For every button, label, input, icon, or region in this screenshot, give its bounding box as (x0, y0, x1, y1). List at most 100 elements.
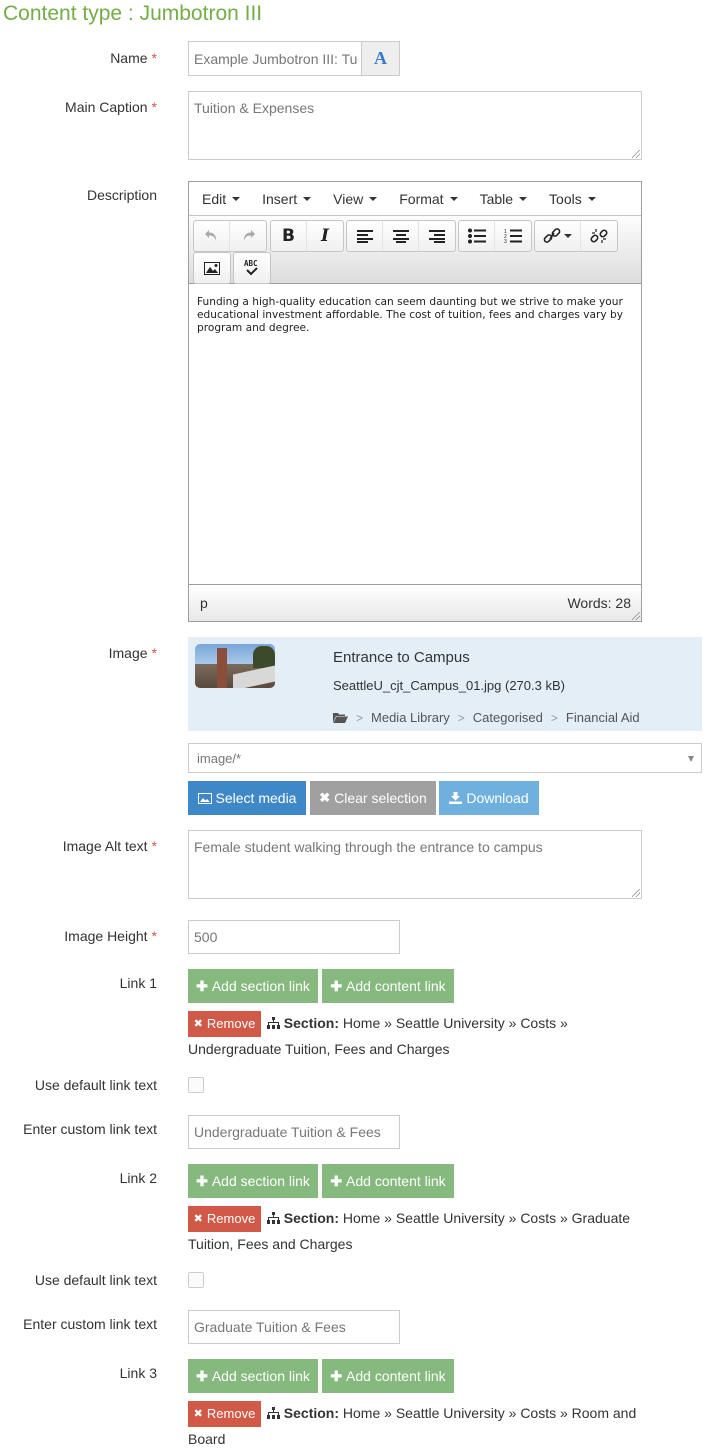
element-path[interactable]: p (200, 595, 208, 611)
italic-button[interactable]: I (307, 221, 343, 251)
caret-down-icon (564, 234, 572, 238)
plus-icon: ✚ (196, 1367, 208, 1384)
menu-edit-label: Edit (202, 190, 227, 207)
plus-icon: ✚ (330, 1367, 343, 1384)
link-1-custom-input[interactable]: Undergraduate Tuition & Fees (188, 1115, 400, 1149)
bold-button[interactable]: B (271, 221, 307, 251)
link-1-add-section-button[interactable]: ✚ Add section link (188, 969, 318, 1003)
name-label: Name * (110, 50, 157, 66)
remove-label: Remove (206, 1016, 256, 1032)
link-2-add-section-button[interactable]: ✚ Add section link (188, 1164, 318, 1198)
history-group (193, 220, 267, 252)
bullet-list-button[interactable] (459, 221, 495, 251)
remove-label: Remove (206, 1211, 256, 1227)
link-2-custom-input[interactable]: Graduate Tuition & Fees (188, 1310, 400, 1344)
font-a-icon[interactable]: A (361, 41, 400, 76)
align-left-icon (356, 230, 373, 243)
add-section-label: Add section link (211, 1368, 310, 1384)
caret-down-icon (449, 196, 458, 201)
resize-handle[interactable] (632, 612, 640, 620)
word-count: Words: 28 (567, 595, 631, 611)
link-1-remove-button[interactable]: ✖ Remove (188, 1011, 261, 1038)
menu-tools[interactable]: Tools (549, 191, 596, 207)
media-filename: SeattleU_cjt_Campus_01.jpg (270.3 kB) (333, 678, 565, 693)
plus-icon: ✚ (196, 977, 208, 994)
image-height-input[interactable]: 500 (188, 920, 400, 954)
menu-insert[interactable]: Insert (262, 191, 312, 207)
download-label: Download (466, 790, 529, 806)
clear-selection-button[interactable]: ✖ Clear selection (310, 781, 436, 815)
menu-view[interactable]: View (333, 190, 378, 207)
link-3-add-section-button[interactable]: ✚ Add section link (188, 1359, 318, 1393)
add-content-label: Add content link (346, 1368, 446, 1384)
select-media-button[interactable]: Select media (188, 781, 306, 815)
remove-label: Remove (206, 1406, 256, 1422)
close-icon: ✖ (319, 790, 331, 805)
required-marker: * (151, 928, 157, 944)
resize-handle[interactable] (632, 150, 640, 158)
caret-down-icon (369, 196, 378, 201)
main-caption-textarea[interactable]: Tuition & Expenses (188, 91, 642, 160)
link-3-add-content-button[interactable]: ✚ Add content link (322, 1359, 454, 1393)
redo-button[interactable] (230, 221, 266, 251)
download-icon (449, 792, 463, 804)
link-2-default-checkbox[interactable] (188, 1272, 204, 1288)
menu-edit[interactable]: Edit (202, 190, 241, 207)
close-icon: ✖ (193, 1408, 203, 1421)
image-alt-value: Female student walking through the entra… (194, 839, 543, 855)
link-2-add-content-button[interactable]: ✚ Add content link (322, 1164, 454, 1198)
link-3-section: ✖ Remove Section: Home » Seattle Universi… (188, 1401, 658, 1451)
link-1-add-content-button[interactable]: ✚ Add content link (322, 969, 454, 1003)
media-path-item[interactable]: Financial Aid (566, 710, 640, 725)
align-right-button[interactable] (419, 221, 455, 251)
media-type-select[interactable]: image/* (188, 743, 702, 773)
link-2-label: Link 2 (119, 1170, 157, 1186)
format-group: B I (270, 220, 344, 252)
link-2-remove-button[interactable]: ✖ Remove (188, 1206, 261, 1233)
link-button[interactable] (535, 221, 581, 251)
menu-table[interactable]: Table (479, 190, 528, 207)
menu-table-label: Table (479, 190, 514, 207)
required-marker: * (151, 838, 157, 854)
align-left-button[interactable] (347, 221, 383, 251)
selected-media-panel: Entrance to Campus SeattleU_cjt_Campus_0… (188, 637, 702, 731)
dropdown-arrow-icon (688, 756, 694, 762)
name-input[interactable]: Example Jumbotron III: Tu (188, 41, 362, 76)
media-group (193, 252, 231, 284)
insert-image-button[interactable] (194, 253, 230, 283)
link-1-default-checkbox[interactable] (188, 1077, 204, 1093)
editor-menubar: Edit Insert View Format Table Tools (189, 182, 641, 216)
resize-handle[interactable] (632, 889, 640, 897)
menu-format[interactable]: Format (399, 191, 458, 207)
chevron-right-icon: > (550, 710, 558, 725)
media-path-item[interactable]: Media Library (371, 710, 450, 725)
editor-toolbar: B I 123 ABC (189, 216, 641, 284)
required-marker: * (151, 645, 157, 661)
main-caption-label-text: Main Caption (65, 99, 148, 115)
link-3-label: Link 3 (119, 1365, 157, 1381)
undo-button[interactable] (194, 221, 230, 251)
bold-icon: B (282, 226, 295, 246)
numbered-list-icon: 123 (504, 229, 522, 244)
list-group: 123 (458, 220, 532, 252)
download-button[interactable]: Download (439, 781, 539, 815)
link-3-remove-button[interactable]: ✖ Remove (188, 1401, 261, 1428)
image-alt-textarea[interactable]: Female student walking through the entra… (188, 830, 642, 899)
unlink-button[interactable] (581, 221, 617, 251)
menu-view-label: View (333, 190, 364, 207)
main-caption-value: Tuition & Expenses (194, 100, 315, 116)
link-1-section: ✖ Remove Section: Home » Seattle Universi… (188, 1011, 658, 1061)
folder-open-icon (333, 713, 348, 723)
editor-content[interactable]: Funding a high-quality education can see… (189, 284, 641, 347)
plus-icon: ✚ (330, 977, 343, 994)
picture-icon (197, 792, 212, 804)
link-icon (543, 228, 561, 243)
numbered-list-button[interactable]: 123 (495, 221, 531, 251)
unlink-icon (590, 229, 608, 243)
image-height-label-text: Image Height (64, 928, 148, 944)
spellcheck-button[interactable]: ABC (234, 253, 270, 283)
link-1-custom-label: Enter custom link text (23, 1121, 157, 1137)
media-path-item[interactable]: Categorised (473, 710, 543, 725)
align-center-button[interactable] (383, 221, 419, 251)
caret-down-icon (587, 196, 596, 201)
